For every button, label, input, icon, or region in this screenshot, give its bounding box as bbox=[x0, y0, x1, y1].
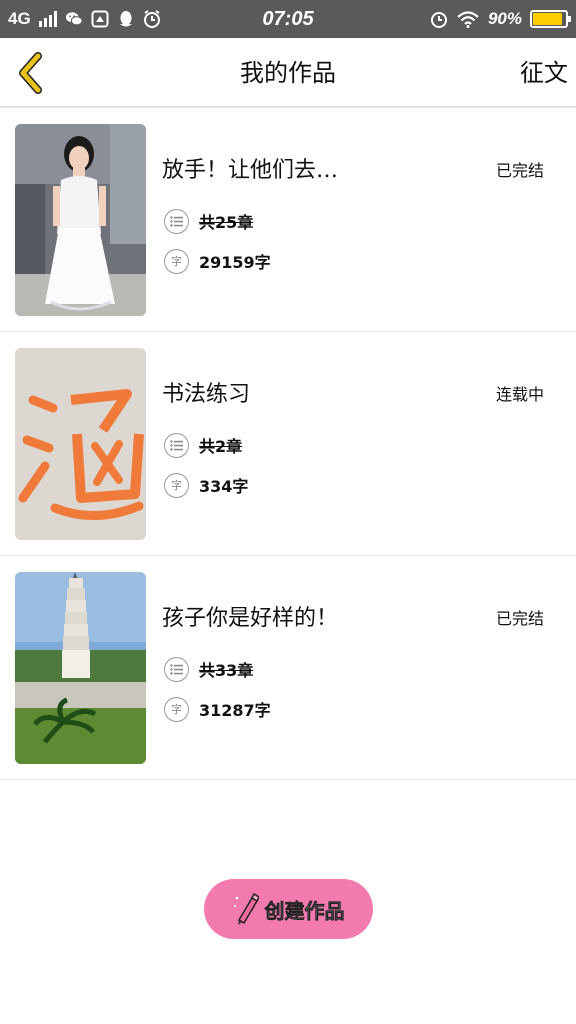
signal-icon bbox=[38, 11, 57, 27]
work-item[interactable]: 孩子你是好样的！ 已完结 共33章 字 31287字 bbox=[0, 556, 576, 780]
alarm-icon bbox=[430, 10, 448, 28]
chapter-count: 共33章 bbox=[199, 661, 254, 680]
chapter-count-row: 共2章 bbox=[164, 432, 242, 458]
gallery-icon bbox=[91, 10, 109, 28]
work-item[interactable]: 书法练习 连载中 共2章 字 334字 bbox=[0, 332, 576, 556]
list-icon bbox=[164, 208, 189, 234]
chapter-count-row: 共33章 bbox=[164, 656, 253, 682]
alarm-icon bbox=[143, 10, 161, 28]
works-list: 放手！让他们去… 已完结 共25章 字 29159字 书法练习 连载中 共2章 … bbox=[0, 108, 576, 780]
network-type: 4G bbox=[8, 9, 31, 28]
work-title[interactable]: 孩子你是好样的！ bbox=[162, 602, 338, 636]
chapter-count: 共2章 bbox=[199, 437, 243, 456]
battery-icon bbox=[530, 10, 571, 28]
chapter-count: 共25章 bbox=[199, 213, 254, 232]
pencil-icon bbox=[233, 892, 259, 925]
word-count-row: 字 29159字 bbox=[164, 248, 271, 274]
word-count-icon: 字 bbox=[164, 472, 189, 498]
work-title[interactable]: 书法练习 bbox=[162, 378, 250, 412]
page-title: 我的作品 bbox=[240, 59, 336, 87]
cover-image[interactable] bbox=[15, 348, 146, 540]
battery-percent: 90% bbox=[487, 9, 522, 28]
word-count: 29159字 bbox=[199, 253, 271, 272]
battery-level-fill bbox=[533, 13, 562, 25]
wechat-icon bbox=[65, 10, 83, 28]
chevron-left-icon bbox=[19, 52, 42, 94]
work-title[interactable]: 放手！让他们去… bbox=[162, 154, 338, 188]
word-count: 31287字 bbox=[199, 701, 271, 720]
status-bar: 4G 07:05 90% bbox=[0, 0, 576, 38]
wifi-icon bbox=[456, 10, 480, 28]
qq-penguin-icon bbox=[117, 10, 135, 28]
cover-image[interactable] bbox=[15, 124, 146, 316]
work-status: 连载中 bbox=[495, 385, 544, 404]
word-count: 334字 bbox=[199, 477, 249, 496]
create-work-button[interactable]: 创建作品 bbox=[204, 879, 373, 939]
back-button[interactable] bbox=[10, 50, 52, 96]
word-count-row: 字 31287字 bbox=[164, 696, 271, 722]
create-work-label: 创建作品 bbox=[264, 898, 345, 923]
nav-bar: 我的作品 征文 bbox=[0, 38, 576, 108]
essay-contest-button[interactable]: 征文 bbox=[520, 38, 568, 108]
word-count-icon: 字 bbox=[164, 248, 189, 274]
chapter-count-row: 共25章 bbox=[164, 208, 253, 234]
work-status: 已完结 bbox=[495, 609, 544, 628]
word-count-row: 字 334字 bbox=[164, 472, 248, 498]
word-count-icon: 字 bbox=[164, 696, 189, 722]
list-icon bbox=[164, 656, 189, 682]
work-status: 已完结 bbox=[495, 161, 544, 180]
work-item[interactable]: 放手！让他们去… 已完结 共25章 字 29159字 bbox=[0, 108, 576, 332]
list-icon bbox=[164, 432, 189, 458]
cover-image[interactable] bbox=[15, 572, 146, 764]
